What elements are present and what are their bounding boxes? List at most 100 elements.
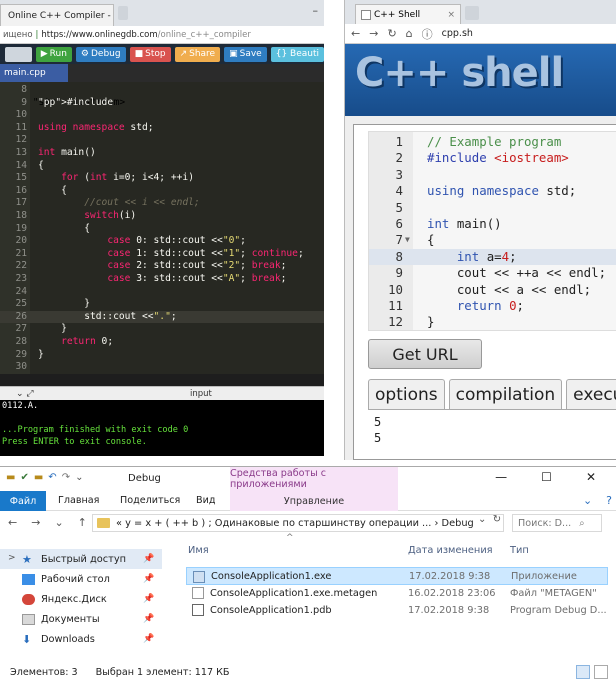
maximize-icon[interactable]: ☐ bbox=[541, 470, 552, 484]
run-button[interactable]: ▶ Run bbox=[35, 46, 72, 62]
new-tab-button-2[interactable] bbox=[465, 6, 479, 20]
back-icon[interactable]: ← bbox=[351, 27, 360, 40]
file-row[interactable]: ConsoleApplication1.exe 17.02.2018 9:38 Пр… bbox=[186, 567, 608, 585]
minimize-icon[interactable]: – bbox=[313, 4, 319, 17]
resize-arrows-icon[interactable]: ⌄ ⤢ bbox=[16, 389, 34, 399]
share-button[interactable]: ↗ Share bbox=[174, 46, 221, 62]
up-icon[interactable]: ↑ bbox=[78, 516, 87, 529]
help-icon[interactable]: ? bbox=[606, 494, 612, 507]
fold-toggle-icon[interactable]: ▼ bbox=[405, 232, 410, 248]
nav-item[interactable]: ★ Быстрый доступ 📌 bbox=[0, 549, 162, 569]
beautify-button[interactable]: {} Beauti bbox=[270, 46, 324, 62]
recent-locations-icon[interactable]: ⌄ bbox=[54, 516, 63, 529]
ribbon-manage-tab[interactable]: Управление bbox=[230, 491, 398, 511]
page-info-icon[interactable]: ⓘ bbox=[422, 26, 433, 42]
pin-icon[interactable]: 📌 bbox=[143, 594, 154, 604]
cppsh-window: C++ Shell × ← → ↻ ⌂ ⓘ cpp.sh C++ shell 1… bbox=[344, 0, 616, 460]
undo-icon[interactable]: ↶ bbox=[48, 472, 56, 483]
address-dropdown-icon[interactable]: ⌄ bbox=[478, 514, 486, 525]
ribbon-controls: ⌄ ? bbox=[583, 494, 612, 507]
pin-icon[interactable]: 📌 bbox=[143, 614, 154, 624]
pin-icon[interactable]: 📌 bbox=[143, 634, 154, 644]
details-view-icon[interactable] bbox=[576, 665, 590, 679]
column-type-header[interactable]: Тип bbox=[510, 545, 529, 556]
shell-line-number: 12 bbox=[388, 314, 403, 330]
share-label: Share bbox=[189, 49, 216, 59]
shell-line-number: 5 bbox=[395, 199, 403, 215]
url-text[interactable]: cpp.sh bbox=[442, 28, 473, 39]
explorer-search-input[interactable]: Поиск: D... ⌕ bbox=[512, 514, 602, 532]
status-bar: Элементов: 3 Выбран 1 элемент: 117 КБ bbox=[0, 661, 616, 682]
shell-code-line: 10 cout << a << endl; bbox=[369, 282, 616, 298]
nav-item[interactable]: Яндекс.Диск 📌 bbox=[0, 589, 162, 609]
back-icon-3[interactable]: ← bbox=[8, 516, 17, 529]
cppshell-logo: C++ shell bbox=[355, 50, 564, 96]
line-number: 24 bbox=[15, 285, 27, 297]
shell-code-line: 3 bbox=[369, 167, 616, 183]
debug-button[interactable]: ⚙ Debug bbox=[75, 46, 126, 62]
folder-icon[interactable]: ▬ bbox=[6, 472, 15, 483]
minimize-icon-3[interactable]: — bbox=[495, 470, 507, 484]
customize-qa-icon[interactable]: ⌄ bbox=[75, 472, 83, 483]
shell-line-number: 9 bbox=[395, 265, 403, 281]
nav-item-label: Downloads bbox=[41, 633, 95, 645]
address-bar[interactable]: ищено | https://www.onlinegdb.com /onlin… bbox=[0, 26, 324, 44]
file-row[interactable]: ConsoleApplication1.exe.metagen 16.02.201… bbox=[186, 584, 608, 602]
expand-chevron-icon[interactable]: > bbox=[8, 553, 16, 563]
tab-close-icon-2[interactable]: × bbox=[447, 10, 455, 20]
explorer-address-bar[interactable]: « y = x + ( ++ b ) ; Одинаковые по старш… bbox=[92, 514, 504, 532]
redo-icon[interactable]: ↷ bbox=[62, 472, 70, 483]
ribbon-tabs: Файл Главная Поделиться Вид Управление ⌄… bbox=[0, 491, 616, 511]
large-icons-view-icon[interactable] bbox=[594, 665, 608, 679]
forward-icon-3[interactable]: → bbox=[31, 516, 40, 529]
properties-icon[interactable]: ✔ bbox=[20, 472, 28, 483]
code-editor[interactable]: 8 9 "pp">#include "str"><iostream> 10 11 usin… bbox=[0, 82, 324, 374]
output-console[interactable]: 0112.A. ...Program finished with exit co… bbox=[0, 400, 324, 456]
search-icon[interactable]: ⌕ bbox=[579, 518, 584, 529]
shell-code-line: 5 bbox=[369, 200, 616, 216]
ribbon-view-tab[interactable]: Вид bbox=[196, 495, 215, 506]
browser-tab-2[interactable]: C++ Shell × bbox=[355, 4, 461, 24]
nav-item[interactable]: ⬇ Downloads 📌 bbox=[0, 629, 162, 649]
column-name-header[interactable]: Имя bbox=[188, 545, 209, 556]
window-controls: – bbox=[313, 4, 319, 17]
shell-code-editor[interactable]: 1 // Example program 2 #include <iostream> 3… bbox=[368, 131, 616, 331]
file-tab-main-cpp[interactable]: main.cpp bbox=[0, 64, 68, 82]
new-folder-icon[interactable]: ▬ bbox=[34, 472, 43, 483]
file-row[interactable]: ConsoleApplication1.pdb 17.02.2018 9:38 Pr… bbox=[186, 601, 608, 619]
shell-code-line: 6 int main() bbox=[369, 216, 616, 232]
shell-line-number: 1 bbox=[395, 134, 403, 149]
browser-tab[interactable]: Online C++ Compiler - o × bbox=[0, 4, 114, 26]
nav-item-label: Быстрый доступ bbox=[41, 553, 127, 565]
shell-tab-execu[interactable]: execu bbox=[566, 379, 616, 409]
expand-ribbon-icon[interactable]: ⌄ bbox=[583, 494, 592, 507]
reload-icon[interactable]: ↻ bbox=[387, 27, 396, 40]
shell-code-line: 2 #include <iostream> bbox=[369, 150, 616, 166]
line-number: 28 bbox=[15, 336, 27, 347]
close-icon[interactable]: ✕ bbox=[586, 470, 596, 484]
address-controls: ⌄ ↻ bbox=[478, 514, 501, 525]
shell-tab-options[interactable]: options bbox=[368, 379, 445, 409]
pin-icon[interactable]: 📌 bbox=[143, 574, 154, 584]
pin-icon[interactable]: 📌 bbox=[143, 554, 154, 564]
column-date-header[interactable]: Дата изменения bbox=[408, 545, 493, 556]
ribbon-share-tab[interactable]: Поделиться bbox=[120, 495, 180, 506]
shell-output: 55 bbox=[368, 409, 616, 460]
status-item-count: Элементов: 3 bbox=[10, 666, 78, 678]
menu-button[interactable] bbox=[5, 46, 32, 62]
shell-tab-compilation[interactable]: compilation bbox=[448, 379, 563, 409]
get-url-button[interactable]: Get URL bbox=[368, 339, 482, 369]
ribbon-home-tab[interactable]: Главная bbox=[58, 495, 99, 506]
save-button[interactable]: ▣ Save bbox=[224, 46, 267, 62]
nav-item[interactable]: Документы 📌 bbox=[0, 609, 162, 629]
input-label[interactable]: input bbox=[190, 389, 212, 399]
code-line: 8 bbox=[0, 84, 324, 97]
ribbon-file-tab[interactable]: Файл bbox=[0, 491, 46, 511]
forward-icon[interactable]: → bbox=[369, 27, 378, 40]
nav-item[interactable]: Рабочий стол 📌 bbox=[0, 569, 162, 589]
refresh-icon[interactable]: ↻ bbox=[493, 514, 501, 525]
stop-button[interactable]: ■ Stop bbox=[129, 46, 171, 62]
line-number: 9 bbox=[21, 96, 27, 108]
home-icon[interactable]: ⌂ bbox=[406, 27, 413, 40]
new-tab-button[interactable] bbox=[118, 6, 128, 20]
